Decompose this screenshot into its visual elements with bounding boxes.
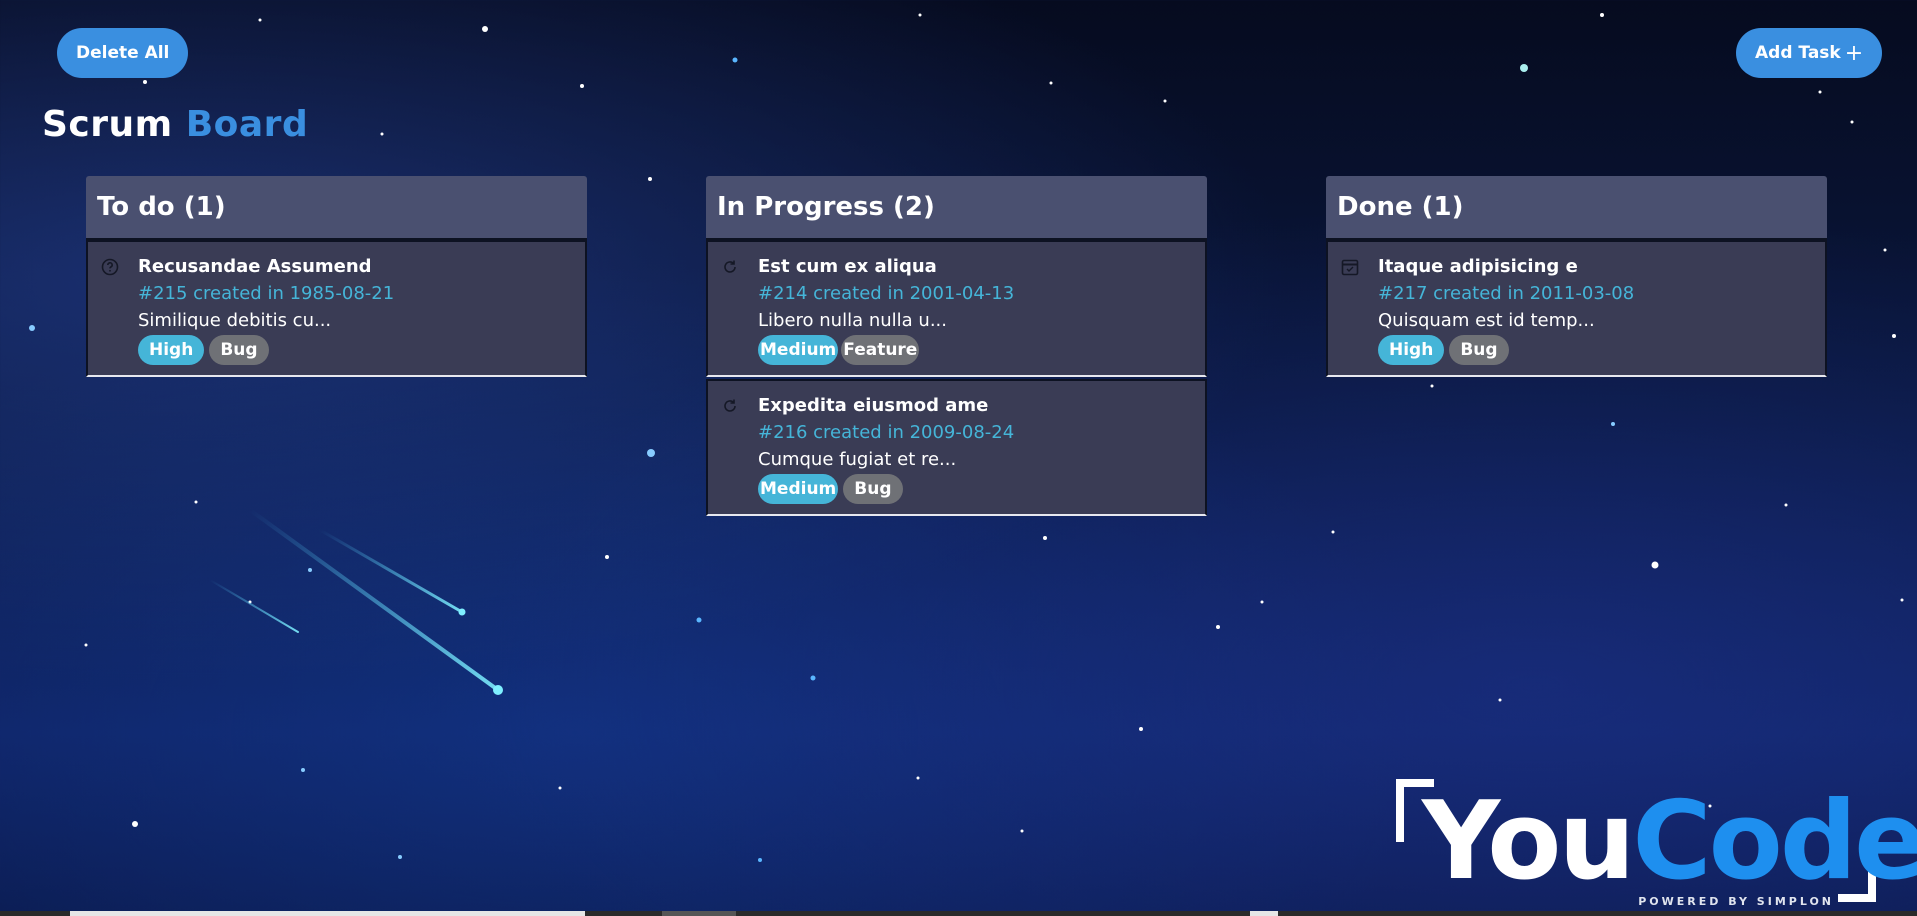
priority-badge: High xyxy=(1378,335,1445,365)
column-todo: To do (1) Recusandae Assumend #215 creat… xyxy=(86,176,587,379)
task-title: Est cum ex aliqua xyxy=(758,256,937,277)
type-badge: Bug xyxy=(209,335,269,365)
logo-powered-by: POWERED BY SIMPLON xyxy=(1638,895,1834,908)
priority-badge: High xyxy=(138,335,205,365)
bottom-strip-segment xyxy=(662,911,736,916)
task-tags: High Bug xyxy=(1378,335,1509,365)
task-title: Itaque adipisicing e xyxy=(1378,256,1578,277)
refresh-icon xyxy=(720,396,740,416)
task-description: Quisquam est id temp... xyxy=(1378,310,1595,331)
task-title: Expedita eiusmod ame xyxy=(758,395,989,416)
add-task-button[interactable]: Add Task + xyxy=(1736,28,1883,78)
task-meta: #217 created in 2011-03-08 xyxy=(1378,283,1635,304)
logo-you: You xyxy=(1422,779,1635,904)
page-title-part1: Scrum xyxy=(42,104,173,145)
logo-code: Code xyxy=(1632,779,1917,904)
task-tags: High Bug xyxy=(138,335,269,365)
bottom-strip-segment xyxy=(70,911,585,916)
task-card[interactable]: Itaque adipisicing e #217 created in 201… xyxy=(1326,240,1827,377)
column-header-todo: To do (1) xyxy=(86,176,587,240)
column-header-done: Done (1) xyxy=(1326,176,1827,240)
task-card[interactable]: Est cum ex aliqua #214 created in 2001-0… xyxy=(706,240,1207,377)
page-title: Scrum Board xyxy=(42,104,308,145)
column-header-in-progress: In Progress (2) xyxy=(706,176,1207,240)
logo-wordmark: YouCode xyxy=(1422,788,1917,896)
calendar-check-icon xyxy=(1340,257,1360,277)
task-card[interactable]: Expedita eiusmod ame #216 created in 200… xyxy=(706,379,1207,516)
priority-badge: Medium xyxy=(758,474,839,504)
task-tags: Medium Bug xyxy=(758,474,903,504)
youcode-logo: YouCode POWERED BY SIMPLON xyxy=(1388,774,1917,912)
add-task-label: Add Task xyxy=(1755,43,1841,63)
delete-all-label: Delete All xyxy=(76,43,170,63)
task-meta: #215 created in 1985-08-21 xyxy=(138,283,395,304)
type-badge: Bug xyxy=(843,474,903,504)
task-description: Libero nulla nulla u... xyxy=(758,310,947,331)
bottom-strip xyxy=(0,911,1917,916)
task-description: Similique debitis cu... xyxy=(138,310,332,331)
page-title-part2: Board xyxy=(185,104,309,145)
task-card[interactable]: Recusandae Assumend #215 created in 1985… xyxy=(86,240,587,377)
delete-all-button[interactable]: Delete All xyxy=(57,28,189,78)
refresh-icon xyxy=(720,257,740,277)
type-badge: Feature xyxy=(841,335,920,365)
task-tags: Medium Feature xyxy=(758,335,920,365)
bottom-strip-segment xyxy=(1250,911,1278,916)
task-description: Cumque fugiat et re... xyxy=(758,449,957,470)
column-in-progress: In Progress (2) Est cum ex aliqua #214 c… xyxy=(706,176,1207,518)
task-meta: #214 created in 2001-04-13 xyxy=(758,283,1015,304)
plus-icon: + xyxy=(1844,40,1864,66)
priority-badge: Medium xyxy=(758,335,839,365)
type-badge: Bug xyxy=(1449,335,1509,365)
column-done: Done (1) Itaque adipisicing e #217 creat… xyxy=(1326,176,1827,379)
task-meta: #216 created in 2009-08-24 xyxy=(758,422,1015,443)
question-circle-icon xyxy=(100,257,120,277)
task-title: Recusandae Assumend xyxy=(138,256,372,277)
